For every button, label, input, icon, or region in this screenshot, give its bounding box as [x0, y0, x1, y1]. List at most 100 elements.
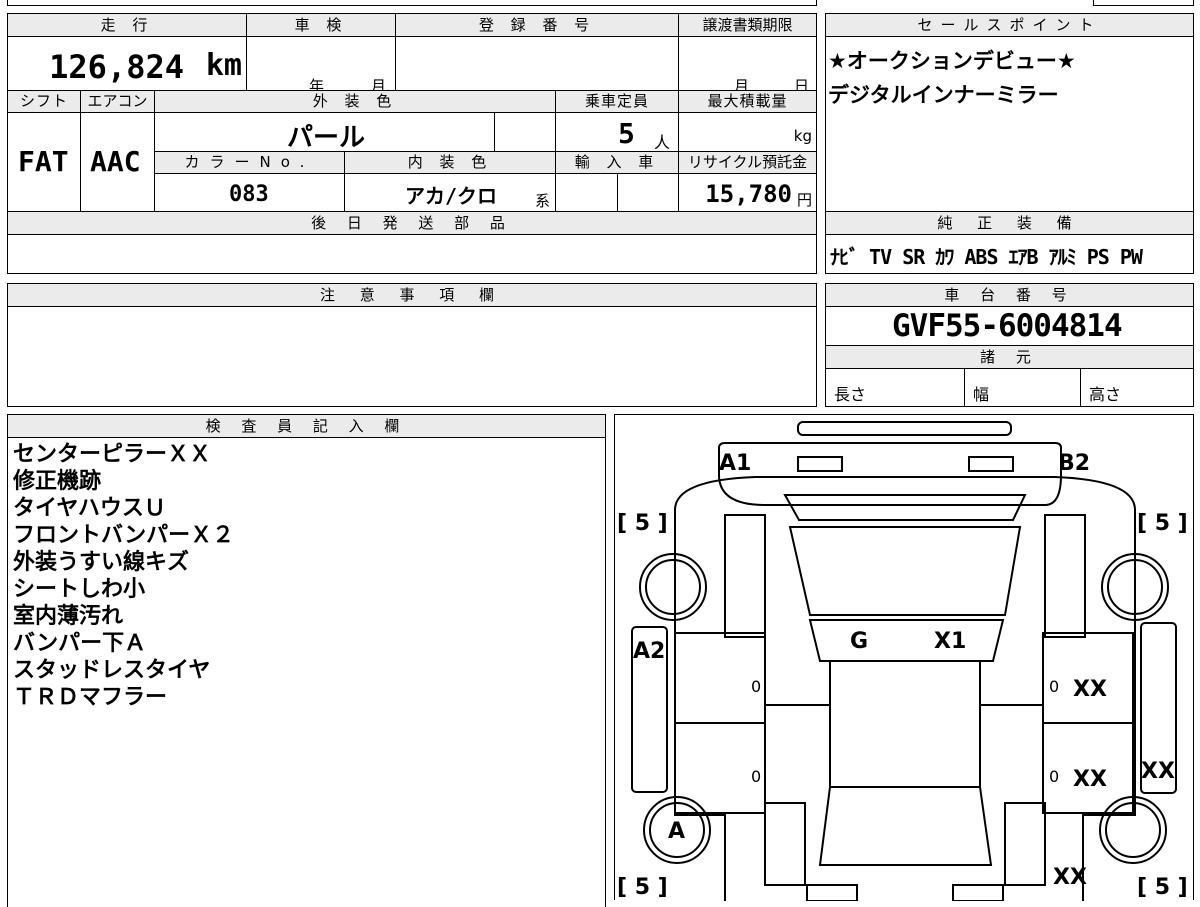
car-damage-diagram: [631, 421, 1177, 901]
mark-zero-left-rear: 0: [751, 767, 762, 786]
later-parts-header: 後 日 発 送 部 品: [7, 211, 817, 235]
equipment-item: SR: [902, 245, 925, 269]
inspector-note: タイヤハウスＵ: [13, 496, 166, 521]
front-bumper-shape: [797, 421, 1012, 436]
rear-fender-left-shape: [764, 802, 806, 886]
spec-length-cell: 長さ: [825, 368, 965, 407]
recycle-value: 15,780: [705, 180, 792, 208]
recycle-unit: 円: [796, 191, 812, 209]
equipment-item: PW: [1119, 245, 1143, 269]
color-no-value: 083: [229, 182, 269, 207]
mark-b2: B2: [1058, 451, 1091, 476]
mark-zero-left-front: 0: [751, 677, 762, 696]
sales-points-box: ★オークションデビュー★ デジタルインナーミラー: [825, 36, 1194, 212]
roof-shape: [829, 660, 981, 788]
spec-length-label: 長さ: [834, 385, 867, 404]
inspector-note: ＴＲＤマフラー: [13, 685, 168, 710]
mark-zero-right-front: 0: [1049, 677, 1060, 696]
chassis-no-box: GVF55-6004814: [825, 306, 1194, 346]
max-load-header: 最大積載量: [678, 90, 817, 113]
mark-xx-bottom: XX: [1053, 865, 1087, 890]
tire-front-left-shape: [639, 553, 707, 621]
tail-light-right-shape: [952, 884, 1004, 901]
equipment-item: ｶﾜ: [935, 245, 954, 269]
interior-color-header: 内 装 色: [344, 151, 556, 174]
max-load-cell: kg: [678, 112, 817, 152]
inspector-note: センターピラーＸＸ: [13, 442, 212, 467]
aircon-header: エアコン: [80, 90, 155, 113]
capacity-unit: 人: [654, 133, 671, 152]
front-fender-left-shape: [724, 514, 766, 638]
sales-point-2: デジタルインナーミラー: [828, 83, 1059, 107]
shift-cell: FAT: [7, 112, 81, 212]
exterior-color-header: 外 装 色: [154, 90, 556, 113]
exterior-color-extra-cell: [494, 112, 556, 152]
rear-fender-right-shape: [1004, 802, 1046, 886]
inspector-note: シートしわ小: [13, 577, 146, 602]
equipment-item: PS: [1086, 245, 1110, 269]
color-no-cell: 083: [154, 173, 345, 212]
info-table: 走 行 車 検 登 録 番 号 譲渡書類期限 126,824 km 年 月 月 …: [7, 13, 817, 274]
spec-width-label: 幅: [973, 385, 990, 404]
chassis-no-value: GVF55-6004814: [892, 308, 1123, 344]
registration-header: 登 録 番 号: [395, 13, 679, 37]
mark-a1: A1: [719, 451, 752, 476]
inspector-header: 検 査 員 記 入 欄: [7, 414, 606, 438]
specs-header: 諸 元: [825, 345, 1194, 369]
mark-g: G: [850, 629, 869, 654]
roof-front-shape: [808, 619, 1005, 662]
capacity-header: 乗車定員: [555, 90, 679, 113]
inspector-note: フロントバンパーＸ２: [13, 523, 235, 548]
inspection-header: 車 検: [246, 13, 396, 37]
mileage-header: 走 行: [7, 13, 247, 37]
inspector-note: 修正機跡: [13, 469, 102, 494]
recycle-cell: 15,780 円: [678, 173, 817, 212]
inspector-notes-list: センターピラーＸＸ 修正機跡 タイヤハウスＵ フロントバンパーＸ２ 外装うすい線…: [13, 441, 234, 711]
equipment-list: ﾅﾋﾞ TV SR ｶﾜ ABS ｴｱB ｱﾙﾐ PS PW: [830, 241, 1143, 270]
sales-points-header: セールスポイント: [825, 13, 1194, 37]
interior-color-cell: アカ/クロ 系: [344, 173, 556, 212]
inspector-box: センターピラーＸＸ 修正機跡 タイヤハウスＵ フロントバンパーＸ２ 外装うすい線…: [7, 437, 606, 907]
inspector-note: 外装うすい線キズ: [13, 550, 190, 575]
mark-xx-right-rear: XX: [1073, 767, 1107, 792]
max-load-unit: kg: [793, 127, 812, 145]
inspector-note: バンパー下Ａ: [13, 631, 147, 656]
equipment-item: ｴｱB: [1008, 245, 1039, 269]
equipment-item: ABS: [964, 245, 998, 269]
mark-x1: X1: [934, 629, 967, 654]
tire-tread-rear-right: [ 5 ]: [1137, 875, 1188, 900]
aircon-value: AAC: [90, 145, 141, 178]
exterior-color-cell: パール: [154, 112, 495, 153]
import-cell-a: [555, 173, 618, 212]
spec-width-cell: 幅: [964, 368, 1081, 407]
sales-point-1: ★オークションデビュー★: [828, 49, 1076, 73]
interior-color-value: アカ/クロ: [405, 184, 498, 208]
top-strip: [7, 0, 817, 6]
recycle-header: リサイクル預託金: [678, 151, 817, 174]
inspector-note: 室内薄汚れ: [13, 604, 124, 629]
damage-diagram-frame: A1 B2 G X1 A2 XX XX XX XX A 0 0 0 0 [ 5 …: [614, 414, 1194, 901]
mark-xx-side: XX: [1141, 759, 1175, 784]
capacity-cell: 5 人: [555, 112, 679, 152]
import-cell-b: [617, 173, 679, 212]
spec-height-cell: 高さ: [1080, 368, 1194, 407]
later-parts-cell: [7, 234, 817, 274]
tire-tread-rear-left: [ 5 ]: [617, 875, 668, 900]
windshield-shape: [788, 526, 1022, 616]
mark-xx-right-front: XX: [1073, 677, 1107, 702]
rear-window-shape: [818, 786, 993, 866]
headlight-right-shape: [968, 456, 1014, 472]
front-fender-right-shape: [1044, 514, 1086, 638]
equipment-item: ﾅﾋﾞ: [830, 245, 859, 269]
shift-value: FAT: [18, 145, 69, 178]
mark-zero-right-rear: 0: [1049, 767, 1060, 786]
notes-box: [7, 306, 817, 407]
standard-equipment-box: ﾅﾋﾞ TV SR ｶﾜ ABS ｴｱB ｱﾙﾐ PS PW: [825, 234, 1194, 274]
standard-equipment-header: 純 正 装 備: [825, 211, 1194, 235]
tail-light-left-shape: [806, 884, 858, 901]
aircon-cell: AAC: [80, 112, 155, 212]
mark-a2: A2: [633, 639, 666, 664]
shift-header: シフト: [7, 90, 81, 113]
chassis-no-header: 車 台 番 号: [825, 283, 1194, 307]
top-strip-right: [1093, 0, 1194, 6]
